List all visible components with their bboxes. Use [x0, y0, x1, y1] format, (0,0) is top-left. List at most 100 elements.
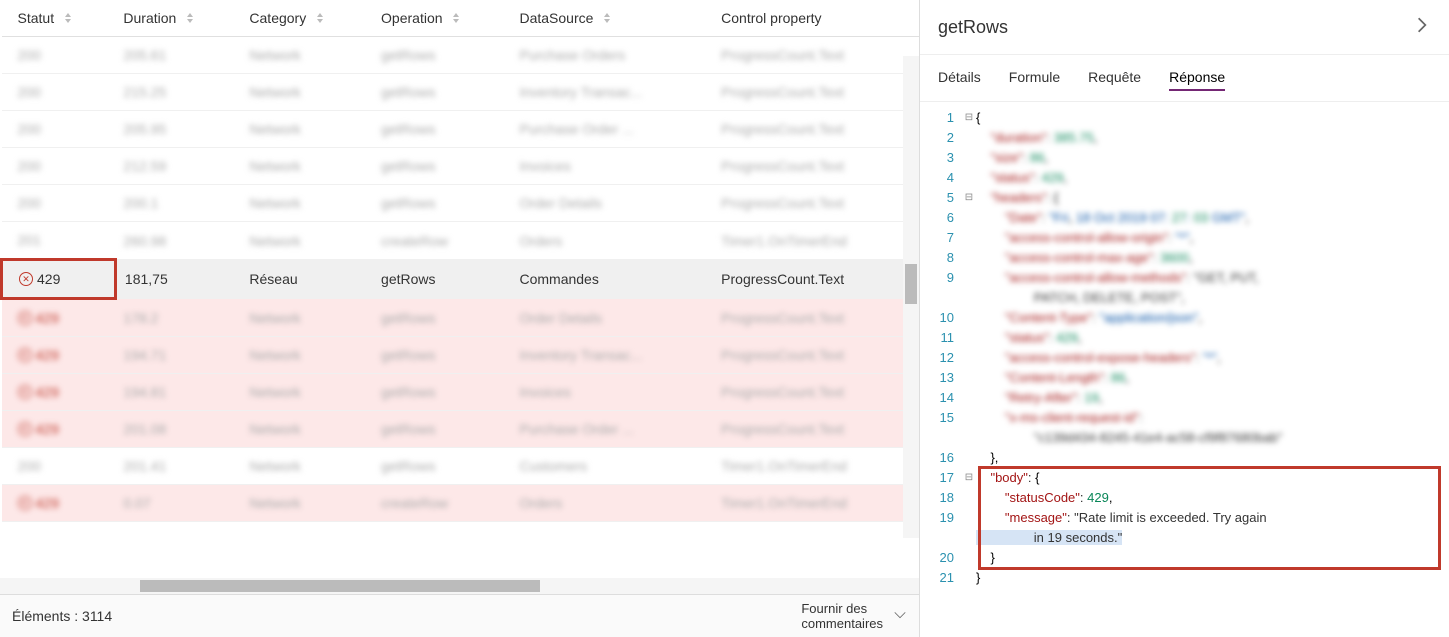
sort-icon[interactable]: [603, 13, 611, 23]
results-table-container[interactable]: Statut Duration Category Operation DataS…: [0, 0, 919, 578]
results-panel: Statut Duration Category Operation DataS…: [0, 0, 920, 637]
cell-duration: 215.25: [115, 74, 241, 111]
cell-status: 200: [2, 148, 116, 185]
cell-control: ProgressCount.Text: [713, 185, 919, 222]
vertical-scrollbar-thumb[interactable]: [905, 264, 917, 304]
cell-duration: 201.08: [115, 411, 241, 448]
table-row[interactable]: 200215.25NetworkgetRowsInventory Transac…: [2, 74, 920, 111]
table-row[interactable]: ✕429181,75RéseaugetRowsCommandesProgress…: [2, 260, 920, 299]
table-row[interactable]: ✕429178.2NetworkgetRowsOrder DetailsProg…: [2, 299, 920, 337]
cell-datasource: Orders: [511, 485, 713, 522]
table-row[interactable]: 200205.95NetworkgetRowsPurchase Order ..…: [2, 111, 920, 148]
table-header-row: Statut Duration Category Operation DataS…: [2, 0, 920, 37]
vertical-scrollbar[interactable]: [903, 56, 919, 538]
cell-duration: 194.81: [115, 374, 241, 411]
code-line: 20 }: [920, 548, 1449, 568]
details-header: getRows: [920, 0, 1449, 55]
code-line: 7 "access-control-allow-origin": "*",: [920, 228, 1449, 248]
code-line: 11 "status": 429,: [920, 328, 1449, 348]
cell-control: ProgressCount.Text: [713, 37, 919, 74]
cell-operation: getRows: [373, 448, 511, 485]
horizontal-scrollbar[interactable]: [0, 578, 919, 594]
cell-operation: getRows: [373, 299, 511, 337]
cell-control: ProgressCount.Text: [713, 337, 919, 374]
column-header[interactable]: Statut: [2, 0, 116, 37]
table-row[interactable]: 200200.1NetworkgetRowsOrder DetailsProgr…: [2, 185, 920, 222]
cell-operation: getRows: [373, 148, 511, 185]
sort-icon[interactable]: [64, 13, 72, 23]
table-row[interactable]: ✕429201.08NetworkgetRowsPurchase Order .…: [2, 411, 920, 448]
details-tabs: Détails Formule Requête Réponse: [920, 55, 1449, 102]
code-line: 10 "Content-Type": "application/json",: [920, 308, 1449, 328]
chevron-down-icon: [893, 608, 907, 625]
cell-control: ProgressCount.Text: [713, 74, 919, 111]
sort-icon[interactable]: [186, 13, 194, 23]
cell-duration: 194.71: [115, 337, 241, 374]
cell-datasource: Invoices: [511, 374, 713, 411]
sort-icon[interactable]: [452, 13, 460, 23]
code-line: 6 "Date": "Fri, 18 Oct 2019 07: 27: 03 G…: [920, 208, 1449, 228]
column-header[interactable]: Operation: [373, 0, 511, 37]
cell-datasource: Inventory Transac...: [511, 337, 713, 374]
table-row[interactable]: 201260.98NetworkcreateRowOrdersTimer1.On…: [2, 222, 920, 260]
column-label: Duration: [123, 10, 176, 26]
cell-operation: createRow: [373, 485, 511, 522]
table-row[interactable]: 200205.61NetworkgetRowsPurchase OrdersPr…: [2, 37, 920, 74]
column-header[interactable]: Duration: [115, 0, 241, 37]
cell-datasource: Orders: [511, 222, 713, 260]
cell-status: ✕429: [2, 260, 116, 299]
cell-datasource: Commandes: [511, 260, 713, 299]
cell-datasource: Purchase Orders: [511, 37, 713, 74]
code-line: 3 "size": 86,: [920, 148, 1449, 168]
cell-control: Timer1.OnTimerEnd: [713, 222, 919, 260]
column-header[interactable]: Control property: [713, 0, 919, 37]
cell-status: ✕429: [2, 337, 116, 374]
column-header[interactable]: DataSource: [511, 0, 713, 37]
error-icon: ✕: [18, 385, 32, 399]
cell-datasource: Customers: [511, 448, 713, 485]
error-icon: ✕: [18, 422, 32, 436]
cell-operation: getRows: [373, 411, 511, 448]
table-row[interactable]: 200201.41NetworkgetRowsCustomersTimer1.O…: [2, 448, 920, 485]
tab-réponse[interactable]: Réponse: [1169, 65, 1225, 91]
item-count-label: Éléments : 3114: [12, 608, 112, 624]
cell-category: Network: [241, 111, 373, 148]
table-row[interactable]: ✕4290.07NetworkcreateRowOrdersTimer1.OnT…: [2, 485, 920, 522]
cell-datasource: Inventory Transac...: [511, 74, 713, 111]
table-row[interactable]: 200212.59NetworkgetRowsInvoicesProgressC…: [2, 148, 920, 185]
cell-category: Network: [241, 148, 373, 185]
response-code-view[interactable]: 1⊟{2 "duration": 385.75,3 "size": 86,4 "…: [920, 102, 1449, 637]
cell-status: 200: [2, 37, 116, 74]
error-icon: ✕: [18, 311, 32, 325]
cell-category: Network: [241, 222, 373, 260]
results-footer: Éléments : 3114 Fournir des commentaires: [0, 594, 919, 637]
sort-icon[interactable]: [316, 13, 324, 23]
cell-duration: 0.07: [115, 485, 241, 522]
cell-control: ProgressCount.Text: [713, 299, 919, 337]
tab-formule[interactable]: Formule: [1009, 65, 1060, 91]
cell-operation: getRows: [373, 74, 511, 111]
column-header[interactable]: Category: [241, 0, 373, 37]
horizontal-scrollbar-thumb[interactable]: [140, 580, 540, 592]
cell-control: Timer1.OnTimerEnd: [713, 485, 919, 522]
cell-control: ProgressCount.Text: [713, 111, 919, 148]
table-row[interactable]: ✕429194.71NetworkgetRowsInventory Transa…: [2, 337, 920, 374]
error-icon: ✕: [18, 496, 32, 510]
collapse-arrow-icon[interactable]: [1413, 14, 1431, 40]
tab-requête[interactable]: Requête: [1088, 65, 1141, 91]
cell-operation: createRow: [373, 222, 511, 260]
cell-category: Réseau: [241, 260, 373, 299]
code-line: 13 "Content-Length": 86,: [920, 368, 1449, 388]
cell-datasource: Purchase Order ...: [511, 411, 713, 448]
tab-détails[interactable]: Détails: [938, 65, 981, 91]
cell-status: 200: [2, 448, 116, 485]
table-row[interactable]: ✕429194.81NetworkgetRowsInvoicesProgress…: [2, 374, 920, 411]
feedback-button[interactable]: Fournir des commentaires: [801, 601, 907, 631]
cell-datasource: Invoices: [511, 148, 713, 185]
code-line: in 19 seconds.": [920, 528, 1449, 548]
cell-category: Network: [241, 37, 373, 74]
cell-operation: getRows: [373, 111, 511, 148]
code-line: 21}: [920, 568, 1449, 588]
cell-datasource: Order Details: [511, 185, 713, 222]
column-label: Operation: [381, 10, 442, 26]
